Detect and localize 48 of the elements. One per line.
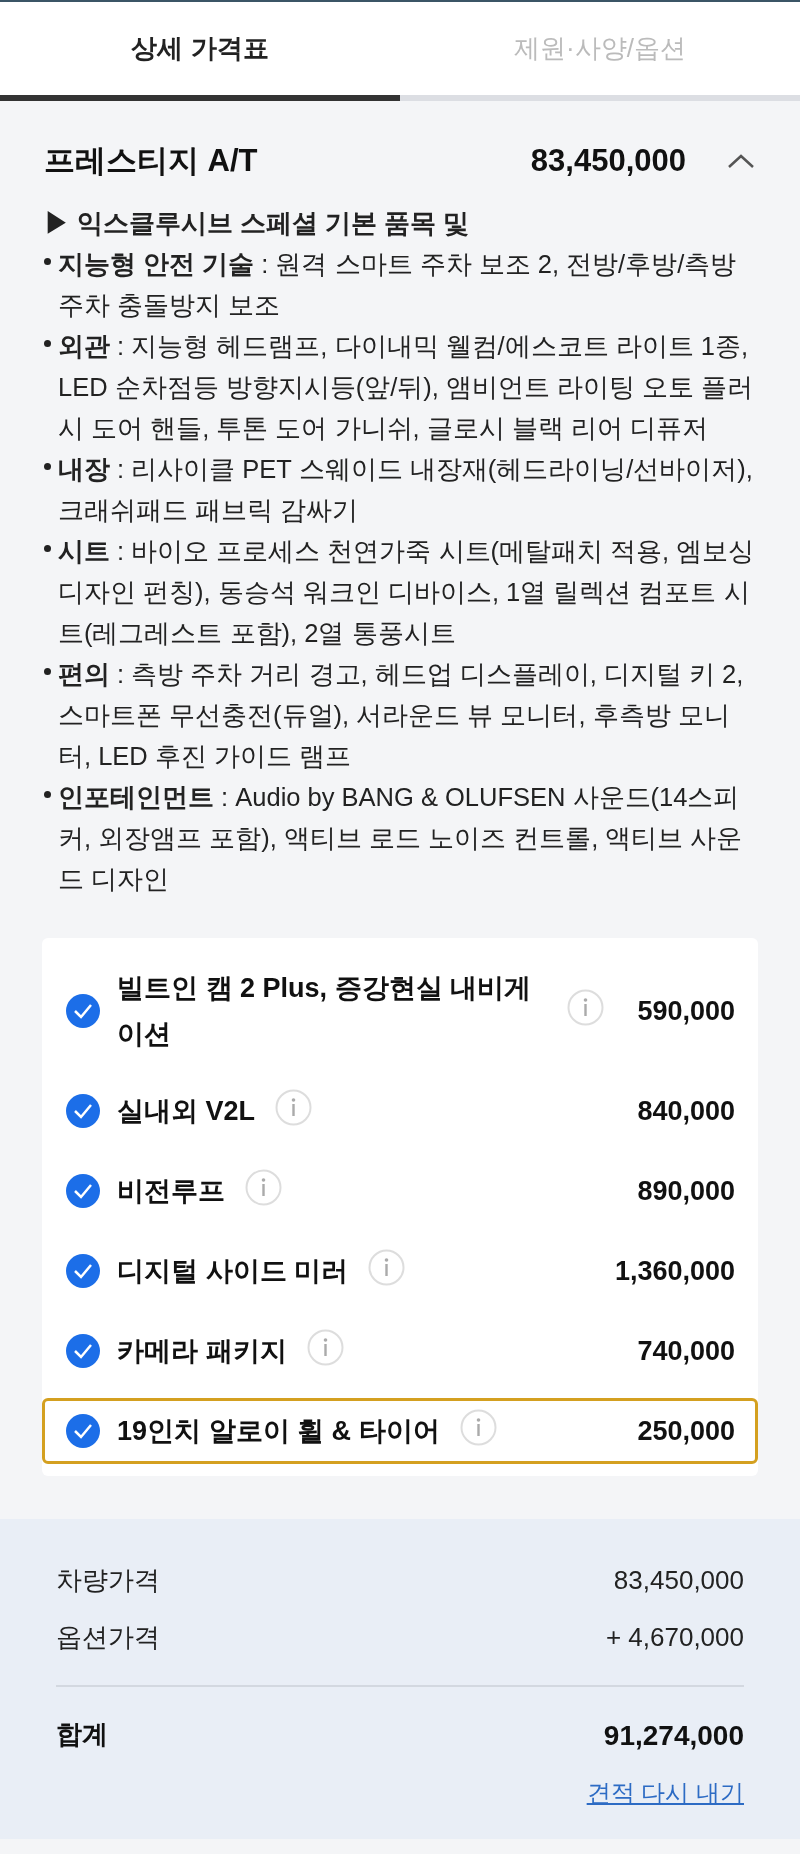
bullet-icon — [44, 791, 51, 798]
option-name: 디지털 사이드 미러 — [117, 1255, 348, 1288]
trim-price: 83,450,000 — [530, 141, 686, 180]
option-name: 빌트인 캠 2 Plus, 증강현실 내비게이션 — [117, 972, 533, 1051]
checkbox[interactable] — [65, 1253, 101, 1289]
option-price: 840,000 — [637, 1094, 735, 1128]
tab[interactable]: 상세 가격표 — [0, 2, 400, 101]
summary-label: 옵션가격 — [56, 1621, 160, 1654]
option-row[interactable]: 디지털 사이드 미러 1,360,000 — [42, 1238, 758, 1304]
checkbox[interactable] — [65, 1093, 101, 1129]
option-price: 890,000 — [637, 1174, 735, 1208]
option-price: 250,000 — [637, 1414, 735, 1448]
trim-name: 프레스티지 A/T — [44, 141, 259, 180]
option-row[interactable]: 빌트인 캠 2 Plus, 증강현실 내비게이션 590,000 — [42, 958, 758, 1064]
option-price: 1,360,000 — [614, 1254, 735, 1288]
feature-paragraph: 외관 : 지능형 헤드램프, 다이내믹 웰컴/에스코트 라이트 1종, LED 순차점등 방향지시등(앞/뒤), 앰비언트 라이팅 오토 플러시 도어 핸들, 투톤 도어 가니쉬, 글로시 블랙 리어 디퓨저 — [44, 326, 756, 449]
option-price: 740,000 — [637, 1334, 735, 1368]
option-name: 19인치 알로이 휠 & 타이어 — [117, 1415, 440, 1448]
checkbox[interactable] — [65, 993, 101, 1029]
option-price: 590,000 — [637, 994, 735, 1028]
bullet-icon — [44, 340, 51, 347]
checkbox[interactable] — [65, 1173, 101, 1209]
option-row[interactable]: 비전루프 890,000 — [42, 1158, 758, 1224]
option-name: 실내외 V2L — [117, 1095, 256, 1128]
feature-paragraph: 편의 : 측방 주차 거리 경고, 헤드업 디스플레이, 디지털 키 2, 스마트폰 무선충전(듀얼), 서라운드 뷰 모니터, 후측방 모니터, LED 후진 가이드 램프 — [44, 654, 756, 777]
feature-paragraph: 내장 : 리사이클 PET 스웨이드 내장재(헤드라이닝/선바이저), 크래쉬패드 패브릭 감싸기 — [44, 449, 756, 531]
total-label: 합계 — [56, 1718, 108, 1751]
feature-paragraph: 지능형 안전 기술 : 원격 스마트 주차 보조 2, 전방/후방/측방 주차 충돌방지 보조 — [44, 244, 756, 326]
summary-label: 차량가격 — [56, 1564, 160, 1597]
checkbox[interactable] — [65, 1333, 101, 1369]
bullet-icon — [44, 258, 51, 265]
total-value: 91,274,000 — [603, 1719, 744, 1753]
description-heading: ▶ 익스클루시브 스페셜 기본 품목 및 — [44, 208, 471, 239]
summary-value: 83,450,000 — [613, 1564, 744, 1597]
summary-value: + 4,670,000 — [605, 1621, 744, 1654]
checkbox[interactable] — [65, 1413, 101, 1449]
highlighted-option[interactable]: 19인치 알로이 휠 & 타이어 250,000 — [42, 1398, 758, 1464]
feature-paragraph: 시트 : 바이오 프로세스 천연가죽 시트(메탈패치 적용, 엠보싱 디자인 펀칭), 동승석 워크인 디바이스, 1열 릴렉션 컴포트 시트(레그레스트 포함), 2열 통풍시트 — [44, 531, 756, 654]
option-name: 카메라 패키지 — [117, 1335, 287, 1368]
bullet-icon — [44, 545, 51, 552]
option-name: 비전루프 — [117, 1175, 225, 1208]
chevron-up-icon[interactable] — [726, 152, 756, 170]
bullet-icon — [44, 463, 51, 470]
bullet-icon — [44, 668, 51, 675]
option-row[interactable]: 카메라 패키지 740,000 — [42, 1318, 758, 1384]
feature-paragraph: 인포테인먼트 : Audio by BANG & OLUFSEN 사운드(14스피커, 외장앰프 포함), 액티브 로드 노이즈 컨트롤, 액티브 사운드 디자인 — [44, 777, 756, 900]
re-estimate-link[interactable]: 견적 다시 내기 — [586, 1775, 744, 1811]
option-row[interactable]: 실내외 V2L 840,000 — [42, 1078, 758, 1144]
